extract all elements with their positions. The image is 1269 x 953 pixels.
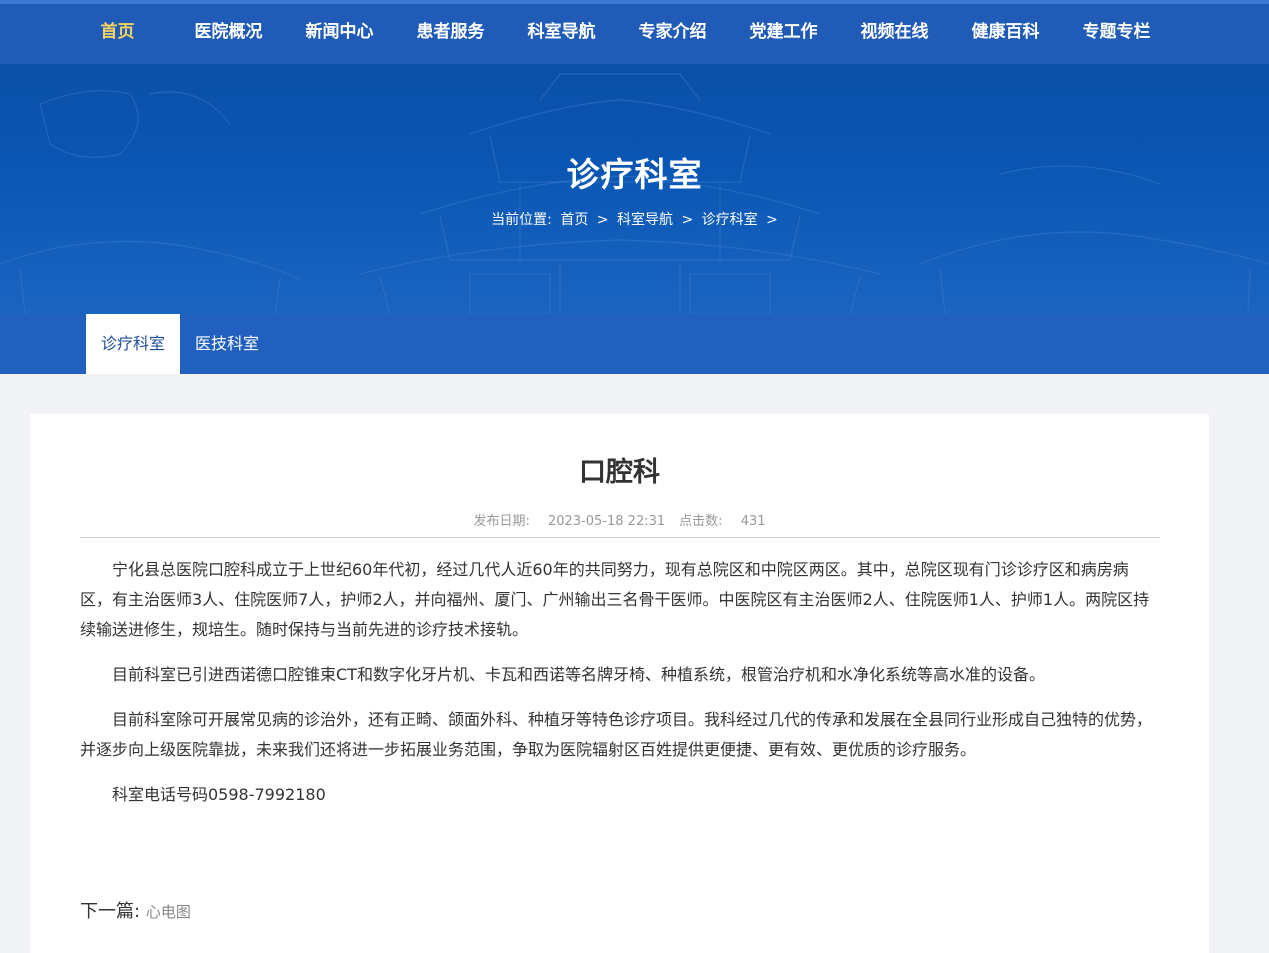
nav-item-home[interactable]: 首页 bbox=[62, 4, 173, 64]
article-meta: 发布日期: 2023-05-18 22:31 点击数: 431 bbox=[30, 510, 1209, 529]
nav-item-department-navigation[interactable]: 科室导航 bbox=[506, 4, 617, 64]
next-article: 下一篇: 心电图 bbox=[80, 897, 191, 923]
article-title: 口腔科 bbox=[579, 457, 660, 488]
nav-item-patient-service[interactable]: 患者服务 bbox=[395, 4, 506, 64]
article-body: 宁化县总医院口腔科成立于上世纪60年代初，经过几代人近60年的共同努力，现有总院… bbox=[80, 555, 1160, 825]
nav-item-party-building[interactable]: 党建工作 bbox=[728, 4, 839, 64]
breadcrumb-prefix: 当前位置: bbox=[491, 212, 552, 228]
top-nav-list: 首页 医院概况 新闻中心 患者服务 科室导航 专家介绍 党建工作 视频在线 健康… bbox=[62, 4, 1172, 64]
article-paragraph: 宁化县总医院口腔科成立于上世纪60年代初，经过几代人近60年的共同努力，现有总院… bbox=[80, 560, 1150, 639]
breadcrumb: 当前位置: 首页 > 科室导航 > 诊疗科室 > bbox=[0, 209, 1269, 229]
nav-item-video-online[interactable]: 视频在线 bbox=[839, 4, 950, 64]
divider bbox=[80, 537, 1160, 538]
nav-item-health-encyclopedia[interactable]: 健康百科 bbox=[950, 4, 1061, 64]
nav-item-hospital-overview[interactable]: 医院概况 bbox=[173, 4, 284, 64]
breadcrumb-home[interactable]: 首页 bbox=[560, 212, 588, 228]
breadcrumb-separator: > bbox=[766, 212, 778, 228]
publish-date: 发布日期: 2023-05-18 22:31 bbox=[473, 514, 665, 529]
page-banner: 诊疗科室 当前位置: 首页 > 科室导航 > 诊疗科室 > bbox=[0, 64, 1269, 314]
publish-date-value: 2023-05-18 22:31 bbox=[548, 514, 666, 529]
breadcrumb-department-navigation[interactable]: 科室导航 bbox=[617, 212, 673, 228]
nav-item-news-center[interactable]: 新闻中心 bbox=[284, 4, 395, 64]
article-paragraph: 目前科室已引进西诺德口腔锥束CT和数字化牙片机、卡瓦和西诺等名牌牙椅、种植系统，… bbox=[112, 665, 1045, 684]
article-paragraph: 目前科室除可开展常见病的诊治外，还有正畸、颌面外科、种植牙等特色诊疗项目。我科经… bbox=[80, 710, 1153, 759]
breadcrumb-separator: > bbox=[596, 212, 609, 228]
tab-medical-technology-departments[interactable]: 医技科室 bbox=[180, 314, 274, 374]
nav-item-special-column[interactable]: 专题专栏 bbox=[1061, 4, 1172, 64]
click-count-label: 点击数: bbox=[679, 514, 723, 529]
breadcrumb-clinical-departments[interactable]: 诊疗科室 bbox=[702, 212, 758, 228]
nav-item-experts[interactable]: 专家介绍 bbox=[617, 4, 728, 64]
article-panel: 口腔科 发布日期: 2023-05-18 22:31 点击数: 431 宁化县总医… bbox=[30, 414, 1209, 953]
tab-clinical-departments[interactable]: 诊疗科室 bbox=[86, 314, 180, 374]
article-paragraph: 科室电话号码0598-7992180 bbox=[112, 785, 326, 804]
top-navigation: 首页 医院概况 新闻中心 患者服务 科室导航 专家介绍 党建工作 视频在线 健康… bbox=[0, 0, 1269, 64]
banner-title: 诊疗科室 bbox=[566, 155, 703, 194]
next-article-label: 下一篇: bbox=[80, 901, 141, 922]
click-count: 点击数: 431 bbox=[679, 514, 765, 529]
breadcrumb-separator: > bbox=[681, 212, 694, 228]
sub-navigation: 诊疗科室 医技科室 bbox=[0, 314, 1269, 374]
publish-date-label: 发布日期: bbox=[473, 514, 530, 529]
next-article-link[interactable]: 心电图 bbox=[146, 903, 191, 921]
click-count-value: 431 bbox=[740, 514, 766, 529]
